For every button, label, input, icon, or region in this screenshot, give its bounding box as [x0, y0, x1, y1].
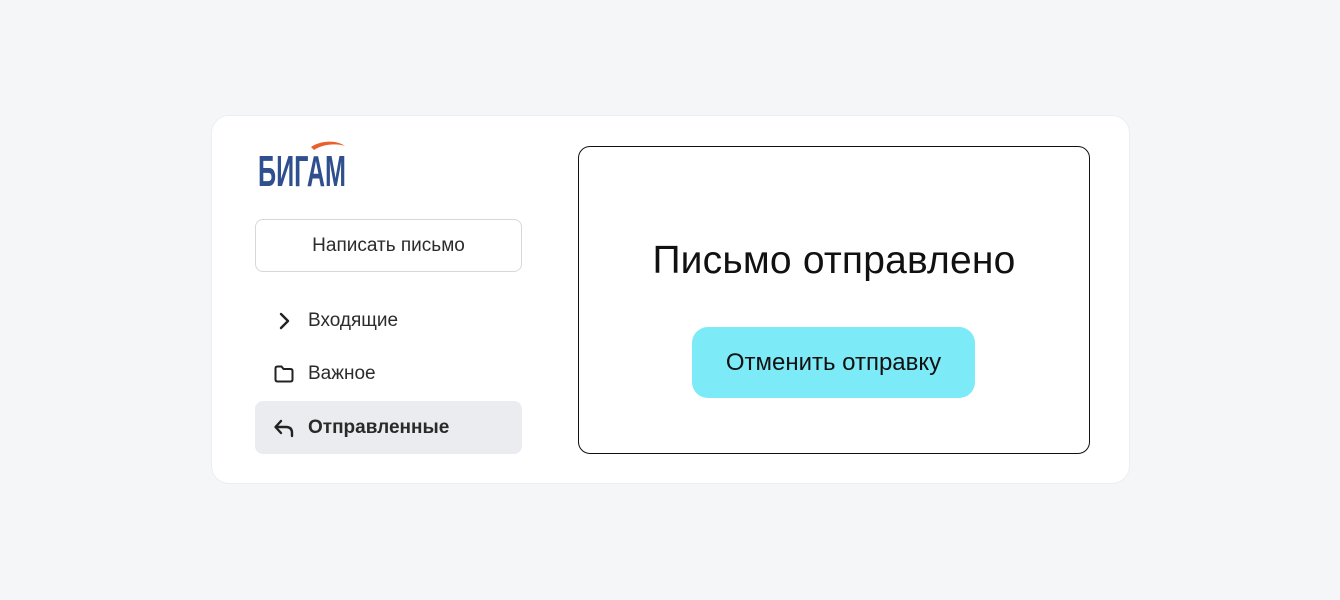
sidebar-item-label: Входящие	[308, 309, 399, 331]
compose-button[interactable]: Написать письмо	[255, 219, 522, 272]
sidebar-item-important[interactable]: Важное	[255, 347, 522, 400]
chevron-right-icon	[273, 310, 295, 332]
sidebar-item-inbox[interactable]: Входящие	[255, 294, 522, 347]
sidebar-item-label: Важное	[308, 362, 376, 384]
sent-confirmation-panel: Письмо отправлено Отменить отправку	[578, 146, 1090, 454]
folder-icon	[273, 363, 295, 385]
svg-text:БИГАМ: БИГАМ	[258, 147, 346, 190]
reply-arrow-icon	[273, 417, 295, 439]
sidebar-item-label: Отправленные	[308, 416, 450, 438]
undo-send-button[interactable]: Отменить отправку	[692, 327, 975, 398]
sent-title: Письмо отправлено	[652, 239, 1016, 282]
brand-logo: БИГАМ	[257, 138, 349, 190]
sidebar-item-sent[interactable]: Отправленные	[255, 401, 522, 454]
